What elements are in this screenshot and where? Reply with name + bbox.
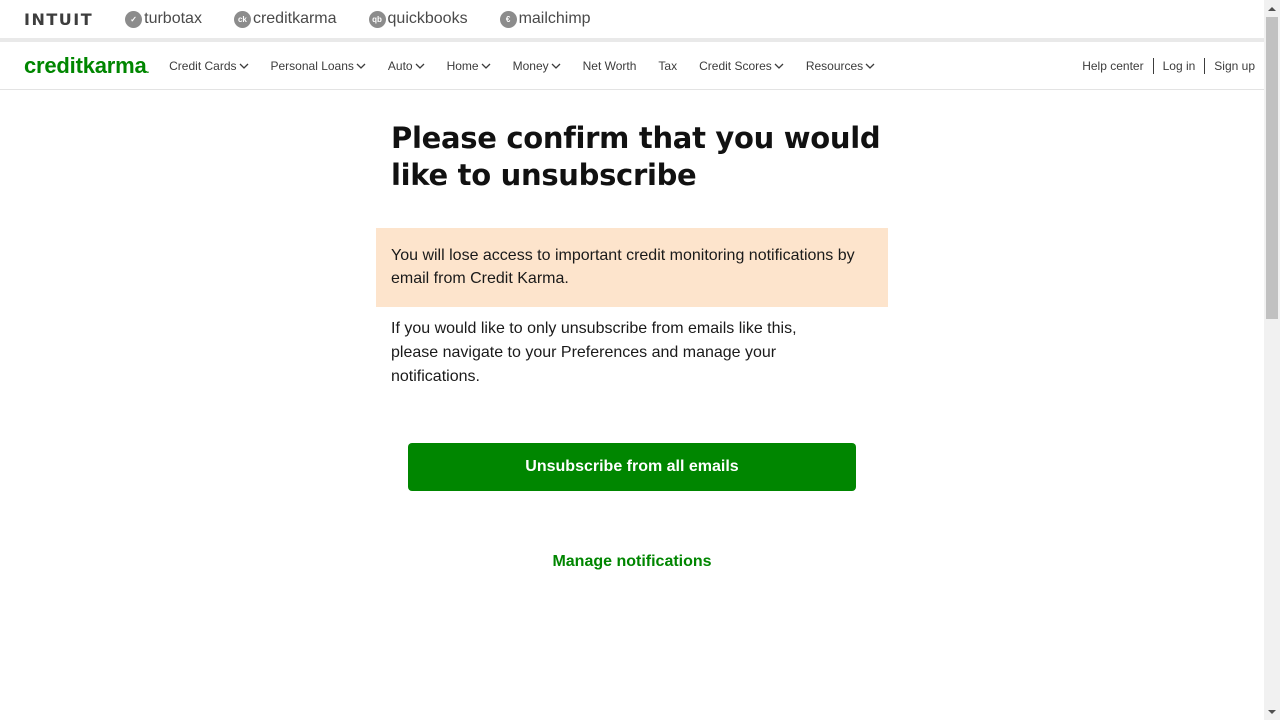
preferences-info-text: If you would like to only unsubscribe fr… bbox=[391, 320, 797, 385]
intuit-brand-bar: INTUIT ✓ turbotax ck creditkarma qb quic… bbox=[0, 0, 1264, 38]
logo-text: creditkarma bbox=[24, 52, 147, 78]
help-center-link[interactable]: Help center bbox=[1082, 59, 1143, 73]
manage-notifications-link[interactable]: Manage notifications bbox=[376, 553, 888, 571]
quickbooks-qb-icon: qb bbox=[368, 10, 386, 28]
nav-item-label: Personal Loans bbox=[270, 58, 354, 73]
chevron-down-icon bbox=[481, 63, 491, 69]
chevron-down-icon bbox=[415, 63, 425, 69]
divider bbox=[1204, 58, 1206, 74]
scroll-down-arrow-icon[interactable] bbox=[1264, 703, 1280, 720]
nav-item-money[interactable]: Money bbox=[513, 59, 561, 73]
creditkarma-ck-icon: ck bbox=[233, 10, 251, 28]
unsubscribe-panel: Please confirm that you would like to un… bbox=[376, 120, 888, 570]
login-link[interactable]: Log in bbox=[1163, 59, 1196, 73]
chevron-down-icon bbox=[356, 63, 366, 69]
brand-label: creditkarma bbox=[252, 10, 337, 27]
main-nav: creditkarma. Credit Cards Personal Loans… bbox=[0, 42, 1264, 90]
nav-item-auto[interactable]: Auto bbox=[388, 59, 425, 73]
nav-item-resources[interactable]: Resources bbox=[806, 59, 875, 73]
brand-label: turbotax bbox=[144, 10, 202, 27]
creditkarma-logo[interactable]: creditkarma. bbox=[24, 53, 149, 79]
nav-item-credit-scores[interactable]: Credit Scores bbox=[699, 59, 784, 73]
logo-dot: . bbox=[146, 64, 150, 76]
brand-link-mailchimp[interactable]: € mailchimp bbox=[499, 10, 591, 28]
brand-link-turbotax[interactable]: ✓ turbotax bbox=[125, 10, 202, 28]
nav-item-personal-loans[interactable]: Personal Loans bbox=[271, 59, 366, 73]
vertical-scrollbar[interactable] bbox=[1264, 0, 1280, 720]
nav-item-label: Money bbox=[512, 58, 549, 73]
chevron-down-icon bbox=[774, 63, 784, 69]
nav-item-home[interactable]: Home bbox=[447, 59, 491, 73]
nav-item-credit-cards[interactable]: Credit Cards bbox=[169, 59, 248, 73]
nav-item-label: Home bbox=[446, 58, 479, 73]
nav-item-tax[interactable]: Tax bbox=[658, 59, 677, 73]
signup-link[interactable]: Sign up bbox=[1214, 59, 1255, 73]
page-title: Please confirm that you would like to un… bbox=[391, 121, 881, 192]
chevron-down-icon bbox=[239, 63, 248, 69]
brand-link-creditkarma[interactable]: ck creditkarma bbox=[233, 10, 337, 28]
nav-item-net-worth[interactable]: Net Worth bbox=[583, 59, 637, 73]
nav-item-label: Tax bbox=[658, 58, 678, 73]
brand-label: mailchimp bbox=[518, 10, 591, 27]
unsubscribe-all-button[interactable]: Unsubscribe from all emails bbox=[408, 443, 856, 491]
nav-item-label: Net Worth bbox=[582, 58, 637, 73]
scroll-up-arrow-icon[interactable] bbox=[1264, 0, 1280, 17]
chevron-down-icon bbox=[551, 63, 561, 69]
warning-banner: You will lose access to important credit… bbox=[376, 228, 888, 307]
nav-account-links: Help center Log in Sign up bbox=[1082, 42, 1255, 90]
mailchimp-icon: € bbox=[499, 10, 517, 28]
nav-item-label: Resources bbox=[805, 58, 864, 73]
brand-link-quickbooks[interactable]: qb quickbooks bbox=[368, 10, 468, 28]
brand-label: quickbooks bbox=[387, 10, 468, 27]
scrollbar-thumb[interactable] bbox=[1266, 17, 1278, 319]
turbotax-check-icon: ✓ bbox=[125, 10, 143, 28]
nav-item-label: Credit Scores bbox=[699, 58, 772, 73]
intuit-logo[interactable]: INTUIT bbox=[24, 10, 93, 29]
divider bbox=[1152, 58, 1154, 74]
nav-item-label: Auto bbox=[387, 58, 413, 73]
page: INTUIT ✓ turbotax ck creditkarma qb quic… bbox=[0, 0, 1280, 720]
nav-item-label: Credit Cards bbox=[169, 58, 237, 73]
chevron-down-icon bbox=[865, 63, 875, 69]
